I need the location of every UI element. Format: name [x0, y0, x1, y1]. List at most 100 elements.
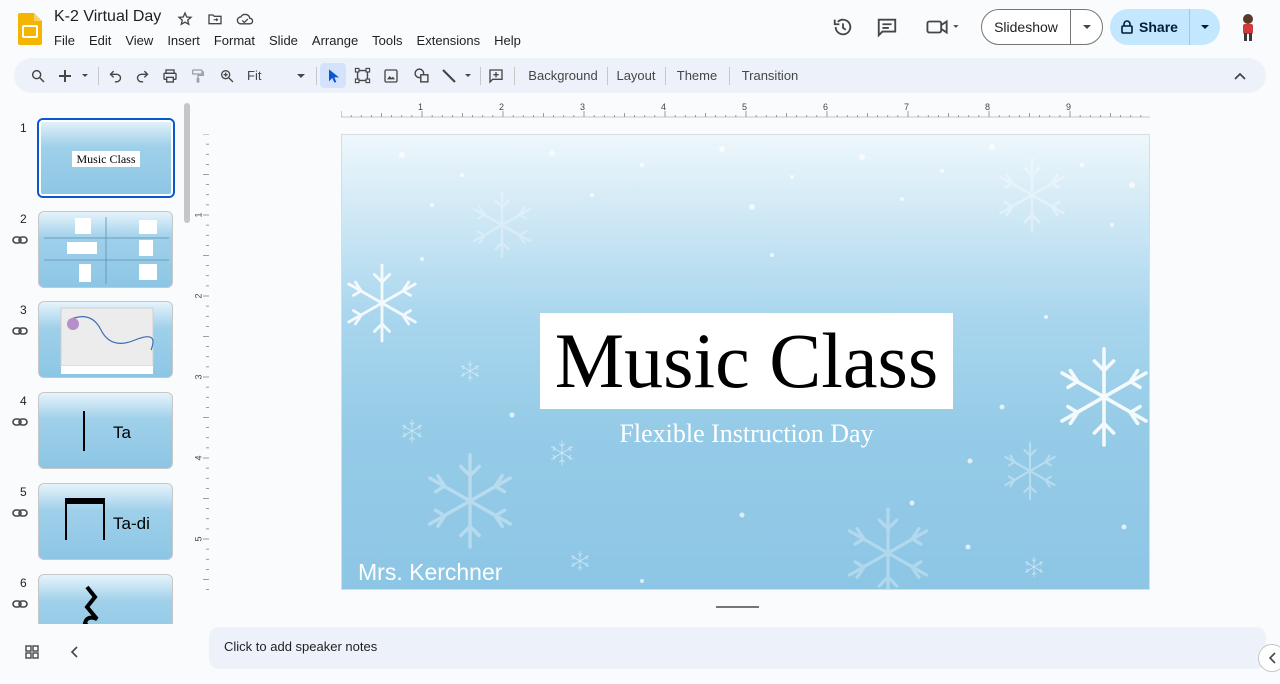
slide-thumbnail-3[interactable] — [38, 301, 173, 378]
ruler-label: 3 — [193, 374, 204, 380]
select-crop-icon[interactable] — [350, 63, 374, 88]
print-icon[interactable] — [159, 63, 181, 88]
side-panel-toggle-icon[interactable] — [1258, 644, 1280, 672]
slide-filmstrip: 1 Music Class 2 3 4 Ta 5 Ta-di 6 — [0, 100, 195, 624]
toolbar-separator — [98, 67, 99, 85]
menu-edit[interactable]: Edit — [89, 33, 118, 48]
speaker-notes-placeholder[interactable]: Click to add speaker notes — [224, 639, 377, 654]
slide-thumbnail-4[interactable]: Ta — [38, 392, 173, 469]
menu-view[interactable]: View — [125, 33, 160, 48]
slide-thumbnail-1[interactable]: Music Class — [37, 118, 175, 198]
thumbnail-label: Ta-di — [113, 514, 150, 533]
ruler-label: 4 — [193, 455, 204, 461]
slide-thumbnail-2[interactable] — [38, 211, 173, 288]
slide-subtitle[interactable]: Flexible Instruction Day — [342, 419, 1149, 449]
theme-button[interactable]: Theme — [671, 63, 723, 88]
slide-canvas[interactable]: Music Class Flexible Instruction Day Mrs… — [341, 134, 1150, 590]
toolbar-separator — [729, 67, 730, 85]
search-menus-icon[interactable] — [26, 63, 50, 88]
comments-icon[interactable] — [871, 11, 903, 43]
slide-thumbnail-6[interactable]: Sh — [38, 574, 173, 624]
zoom-icon[interactable] — [216, 63, 238, 88]
slide-title[interactable]: Music Class — [555, 322, 939, 400]
ruler-label: 3 — [580, 102, 586, 112]
ruler-label: 6 — [823, 102, 829, 112]
menu-insert[interactable]: Insert — [167, 33, 207, 48]
slide-number: 1 — [20, 121, 27, 135]
link-icon — [12, 236, 28, 244]
background-button[interactable]: Background — [519, 63, 607, 88]
shape-icon[interactable] — [409, 63, 433, 88]
account-avatar[interactable] — [1234, 12, 1262, 42]
notes-resize-handle[interactable] — [716, 606, 759, 608]
link-icon — [12, 418, 28, 426]
slideshow-button[interactable]: Slideshow — [981, 9, 1103, 45]
grid-view-icon[interactable] — [24, 644, 40, 665]
link-icon — [12, 509, 28, 517]
share-button[interactable]: Share — [1110, 9, 1220, 45]
zoom-value: Fit — [247, 68, 262, 83]
version-history-icon[interactable] — [827, 11, 859, 43]
ruler-label: 4 — [661, 102, 667, 112]
menu-extensions[interactable]: Extensions — [417, 33, 488, 48]
horizontal-ruler: 1 2 3 4 5 6 7 8 9 — [341, 101, 1150, 118]
cloud-status-icon[interactable] — [236, 10, 254, 28]
menu-tools[interactable]: Tools — [372, 33, 409, 48]
redo-icon[interactable] — [131, 63, 153, 88]
menu-format[interactable]: Format — [214, 33, 262, 48]
collapse-toolbar-icon[interactable] — [1228, 63, 1252, 88]
slide-title-box[interactable]: Music Class — [540, 313, 953, 409]
eighth-notes-icon — [65, 498, 105, 540]
quarter-rest-icon — [82, 585, 99, 624]
link-icon — [12, 327, 28, 335]
vertical-ruler: 1 2 3 4 5 — [194, 134, 210, 590]
slide-number: 2 — [20, 212, 27, 226]
add-comment-icon[interactable] — [484, 63, 508, 88]
thumbnail-label: Ta — [113, 423, 131, 442]
collapse-filmstrip-icon[interactable] — [68, 644, 80, 665]
app-header: K-2 Virtual Day File Edit View Insert Fo… — [0, 0, 1280, 56]
share-label[interactable]: Share — [1139, 19, 1178, 35]
layout-button[interactable]: Layout — [612, 63, 660, 88]
ruler-label: 1 — [193, 212, 204, 218]
new-slide-icon[interactable] — [56, 63, 92, 88]
slide-number: 5 — [20, 485, 27, 499]
select-tool-icon[interactable] — [320, 63, 346, 88]
star-icon[interactable] — [176, 10, 194, 28]
menu-bar: File Edit View Insert Format Slide Arran… — [54, 33, 535, 48]
zoom-select[interactable]: Fit — [244, 63, 310, 88]
ruler-label: 7 — [904, 102, 910, 112]
toolbar-separator — [514, 67, 515, 85]
ruler-label: 2 — [499, 102, 505, 112]
menu-arrange[interactable]: Arrange — [312, 33, 365, 48]
toolbar-separator — [607, 67, 608, 85]
slide-number: 3 — [20, 303, 27, 317]
link-icon — [12, 600, 28, 608]
menu-help[interactable]: Help — [494, 33, 528, 48]
quarter-note-stem — [83, 411, 85, 451]
meet-video-icon[interactable] — [922, 11, 964, 43]
ruler-label: 1 — [418, 102, 424, 112]
menu-slide[interactable]: Slide — [269, 33, 305, 48]
ruler-label: 9 — [1066, 102, 1072, 112]
filmstrip-scrollbar[interactable] — [184, 103, 190, 223]
slide-author-text[interactable]: Mrs. Kerchner — [358, 559, 502, 586]
menu-file[interactable]: File — [54, 33, 82, 48]
slideshow-dropdown-icon[interactable] — [1071, 24, 1102, 30]
slides-logo-icon[interactable] — [18, 13, 42, 45]
zoom-dropdown-icon — [297, 73, 305, 78]
line-tool-icon[interactable] — [439, 63, 475, 88]
ruler-label: 5 — [193, 536, 204, 542]
share-dropdown-icon[interactable] — [1190, 24, 1220, 30]
move-folder-icon[interactable] — [206, 10, 224, 28]
document-title[interactable]: K-2 Virtual Day — [54, 8, 161, 26]
slide-thumbnail-5[interactable]: Ta-di — [38, 483, 173, 560]
thumbnail-title: Music Class — [72, 151, 140, 167]
slideshow-label[interactable]: Slideshow — [982, 10, 1071, 44]
paint-format-icon[interactable] — [187, 63, 209, 88]
speaker-notes[interactable]: Click to add speaker notes — [209, 627, 1266, 669]
insert-image-icon[interactable] — [379, 63, 403, 88]
undo-icon[interactable] — [104, 63, 126, 88]
toolbar-separator — [316, 67, 317, 85]
transition-button[interactable]: Transition — [735, 63, 805, 88]
